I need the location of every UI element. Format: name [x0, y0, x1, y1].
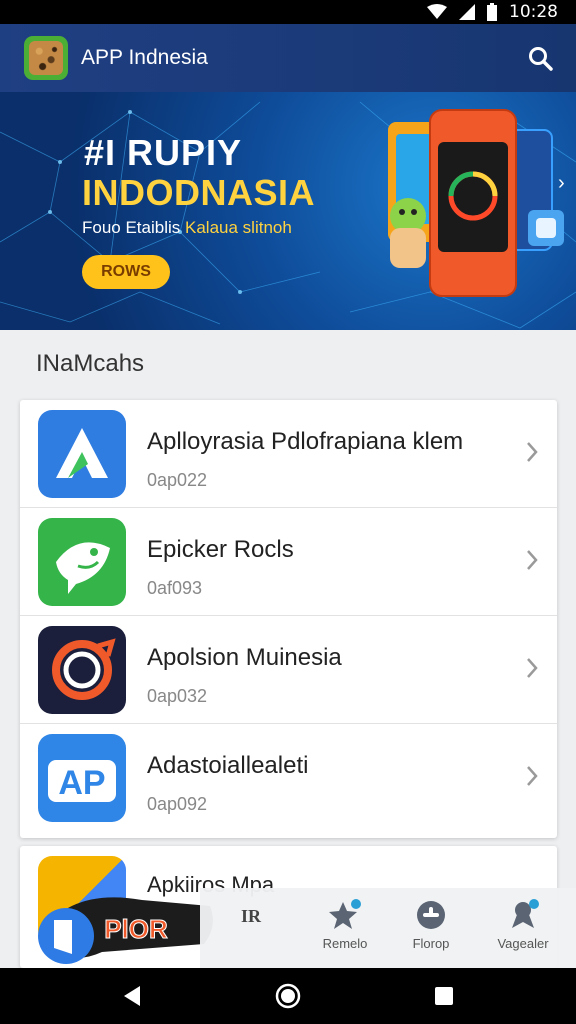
nav-label: Vagealer: [497, 936, 549, 951]
nav-label: Florop: [412, 936, 450, 951]
status-bar: 10:28: [0, 0, 576, 24]
back-icon[interactable]: [118, 982, 146, 1010]
battery-icon: [487, 3, 497, 21]
banner-headline: #I RUPIY: [84, 132, 243, 173]
system-nav-bar: [0, 968, 576, 1024]
svg-text:AP: AP: [58, 764, 105, 802]
signal-icon: [459, 4, 475, 20]
search-button[interactable]: [526, 44, 556, 74]
app-list: Aplloyrasia Pdlofrapiana klem 0ap022 Epi…: [20, 400, 557, 838]
star-icon: [328, 898, 362, 932]
sticker-text: PlOR: [104, 914, 168, 944]
nav-item-home[interactable]: IR: [206, 888, 296, 968]
status-time: 10:28: [509, 2, 558, 22]
phones-illustration: [388, 109, 564, 297]
banner-cta-button[interactable]: ROWS: [82, 255, 170, 289]
section-title: INaMcahs: [36, 350, 145, 377]
app-name: Aplloyrasia Pdlofrapiana klem: [147, 428, 464, 455]
svg-text:IR: IR: [241, 906, 262, 926]
home-icon[interactable]: [274, 982, 302, 1010]
nav-item-remelo[interactable]: Remelo: [300, 888, 390, 968]
app-name: Apolsion Muinesia: [147, 644, 342, 671]
badge-icon: [506, 898, 540, 932]
banner-subtitle-b: Kalaua slitnoh: [185, 218, 292, 237]
chevron-right-icon: [527, 442, 538, 462]
app-name: Epicker Rocls: [147, 536, 294, 563]
banner-subtitle: Fouo Etaiblis Kalaua slitnoh: [82, 218, 292, 238]
fish-icon: [38, 518, 126, 606]
app-bar: APP Indnesia: [0, 24, 576, 92]
list-item[interactable]: AP Adastoiallealeti 0ap092: [20, 724, 557, 832]
banner-headline-2: INDODNASIA: [82, 172, 316, 213]
banner-next-arrow[interactable]: ›: [558, 172, 572, 194]
app-title: APP Indnesia: [81, 46, 208, 69]
list-item[interactable]: Epicker Rocls 0af093: [20, 508, 557, 616]
delta-a-icon: [38, 410, 126, 498]
app-logo: [24, 36, 68, 80]
chevron-right-icon: [527, 766, 538, 786]
app-code: 0af093: [147, 578, 203, 598]
nav-item-florop[interactable]: Florop: [386, 888, 476, 968]
search-icon: [529, 47, 553, 71]
swirl-icon: [38, 626, 126, 714]
chevron-right-icon: [527, 550, 538, 570]
list-item[interactable]: Apolsion Muinesia 0ap032: [20, 616, 557, 724]
promo-sticker[interactable]: PlOR: [32, 882, 222, 972]
bottom-navigation: IR Remelo Florop Vagealer: [200, 888, 576, 968]
promo-banner[interactable]: #I RUPIY INDODNASIA Fouo Etaiblis Kalaua…: [0, 92, 576, 330]
app-code: 0ap022: [147, 470, 208, 490]
app-name: Adastoiallealeti: [147, 752, 309, 779]
banner-subtitle-a: Fouo Etaiblis: [82, 218, 181, 237]
ap-icon: AP: [38, 734, 126, 822]
list-item[interactable]: Aplloyrasia Pdlofrapiana klem 0ap022: [20, 400, 557, 508]
app-code: 0ap032: [147, 686, 208, 706]
chevron-right-icon: [527, 658, 538, 678]
wifi-icon: [427, 4, 447, 19]
app-code: 0ap092: [147, 794, 208, 814]
nav-label: Remelo: [322, 936, 368, 951]
recents-icon[interactable]: [430, 982, 458, 1010]
nav-item-vagealer[interactable]: Vagealer: [478, 888, 568, 968]
gamepad-icon: [414, 898, 448, 932]
logo-mark-icon: IR: [234, 898, 268, 932]
